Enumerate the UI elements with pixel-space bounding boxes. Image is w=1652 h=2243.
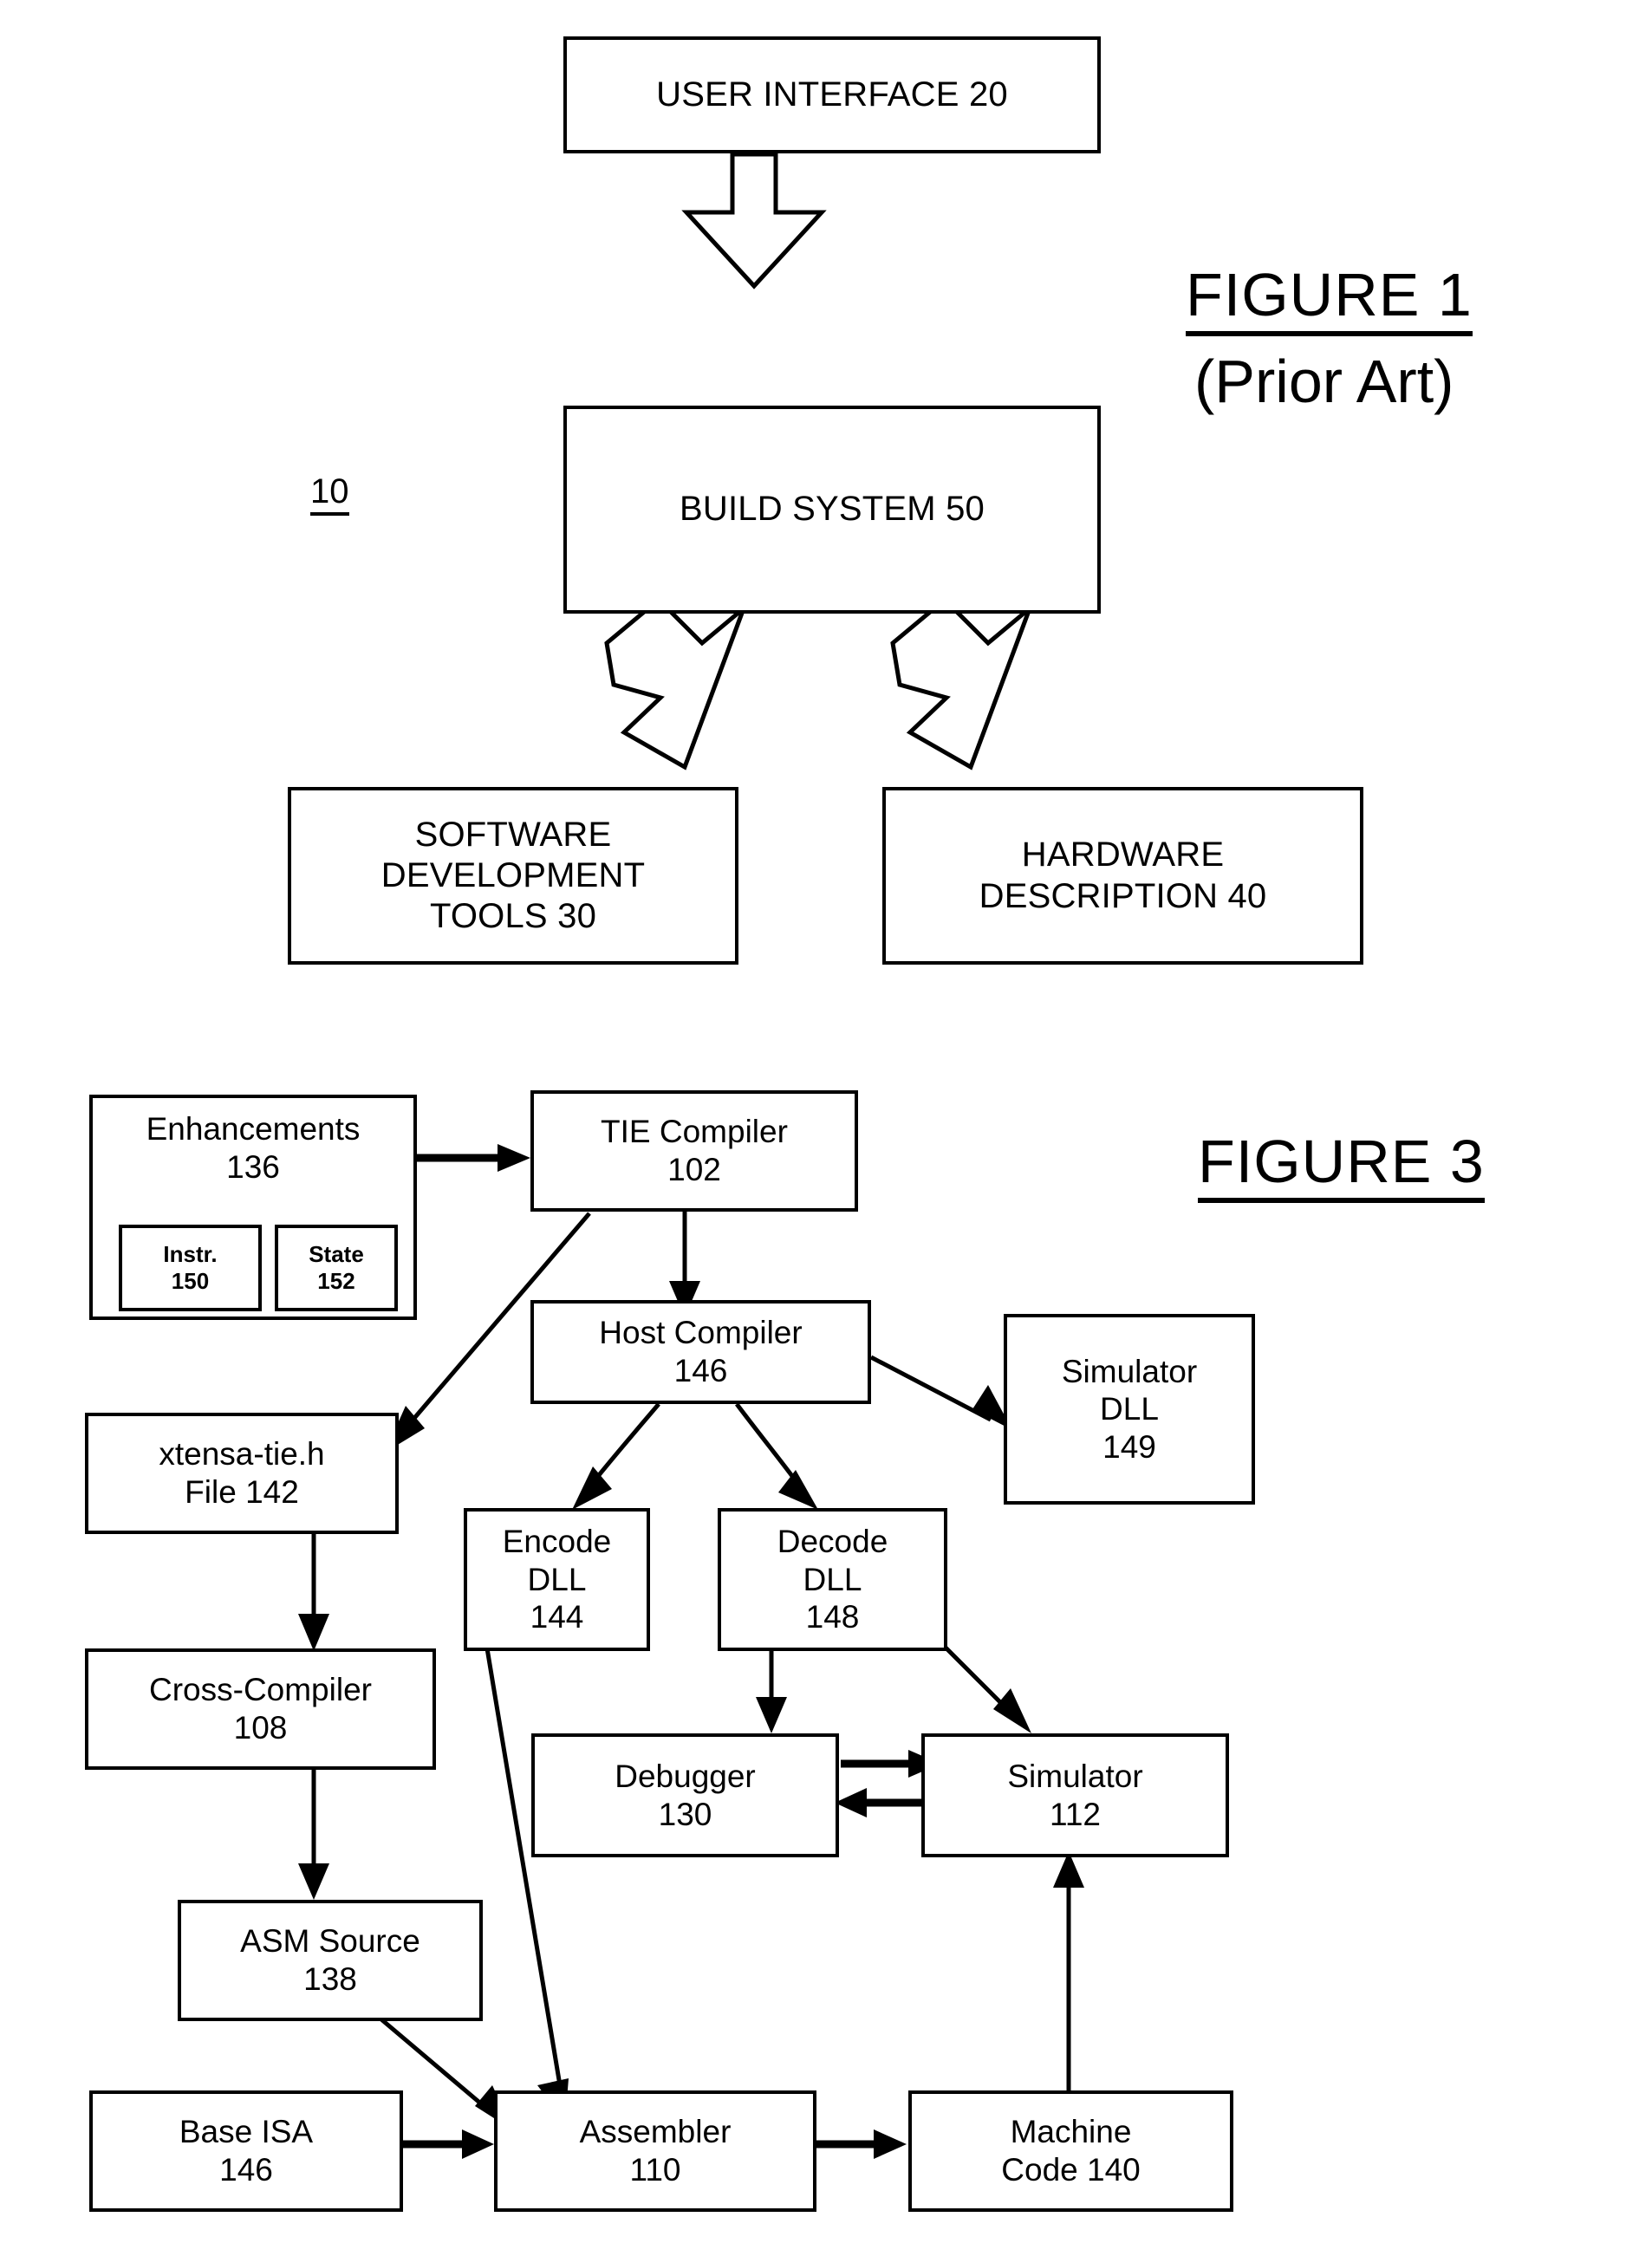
box-instr[interactable]: Instr. 150: [119, 1225, 262, 1311]
link-decode-to-simulator: [943, 1645, 1014, 1716]
box-encode-dll[interactable]: Encode DLL 144: [464, 1508, 650, 1651]
arrowhead-decode-to-simulator: [993, 1688, 1031, 1733]
block-arrow-ui-to-build: [681, 152, 827, 289]
box-tie-compiler-line1: TIE Compiler: [601, 1114, 788, 1150]
block-arrow-build-to-hardware-desc: [890, 596, 1035, 770]
box-decode-dll[interactable]: Decode DLL 148: [718, 1508, 947, 1651]
box-base-isa-line1: Base ISA: [179, 2114, 314, 2150]
box-machine-code-line1: Machine: [1010, 2114, 1132, 2150]
box-enhancements-line2: 136: [226, 1148, 280, 1185]
box-enhancements-line1: Enhancements: [146, 1111, 361, 1147]
box-hardware-description[interactable]: HARDWARE DESCRIPTION 40: [882, 787, 1363, 965]
arrowhead-xtensa-to-cross: [298, 1614, 329, 1651]
box-software-tools-line2: DEVELOPMENT: [380, 855, 646, 894]
arrowhead-decode-to-debugger: [756, 1697, 787, 1733]
box-simulator-line2: 112: [1050, 1796, 1101, 1832]
box-state-line1: State: [309, 1241, 364, 1268]
arrowhead-host-to-encode: [572, 1466, 612, 1510]
box-assembler-line1: Assembler: [579, 2114, 732, 2150]
figure-3-title: FIGURE 3: [1198, 1127, 1485, 1203]
link-host-to-simdll: [869, 1355, 992, 1422]
box-cross-compiler-line2: 108: [233, 1710, 288, 1746]
box-debugger[interactable]: Debugger 130: [531, 1733, 839, 1857]
box-xtensa-tie-header[interactable]: xtensa-tie.h File 142: [85, 1413, 399, 1534]
box-software-tools-line3: TOOLS 30: [429, 897, 597, 936]
box-user-interface-label: USER INTERFACE 20: [656, 75, 1008, 114]
box-simulator[interactable]: Simulator 112: [921, 1733, 1229, 1857]
box-software-tools-line1: SOFTWARE: [414, 815, 612, 854]
box-simulator-line1: Simulator: [1007, 1758, 1143, 1794]
arrowhead-baseisa-to-assembler: [462, 2129, 494, 2159]
arrowhead-cross-to-asm: [298, 1863, 329, 1900]
box-machine-code-line2: Code 140: [1001, 2152, 1141, 2188]
box-state-line2: 152: [317, 1268, 355, 1294]
callout-10: 10: [310, 472, 349, 516]
box-base-isa-line2: 146: [219, 2152, 273, 2188]
box-user-interface[interactable]: USER INTERFACE 20: [563, 36, 1101, 153]
box-cross-compiler-line1: Cross-Compiler: [149, 1672, 372, 1708]
link-encode-to-assembler: [485, 1648, 564, 2097]
arrowhead-host-to-decode: [778, 1470, 818, 1510]
box-host-compiler-line1: Host Compiler: [599, 1315, 803, 1351]
box-cross-compiler[interactable]: Cross-Compiler 108: [85, 1648, 436, 1770]
box-base-isa[interactable]: Base ISA 146: [89, 2090, 403, 2212]
box-hardware-desc-line1: HARDWARE: [1021, 835, 1225, 874]
box-asm-source[interactable]: ASM Source 138: [178, 1900, 483, 2021]
box-machine-code[interactable]: Machine Code 140: [908, 2090, 1233, 2212]
arrowhead-assembler-to-machinecode: [874, 2129, 907, 2159]
figure-1-subtitle: (Prior Art): [1194, 347, 1454, 416]
box-instr-line2: 150: [171, 1268, 210, 1294]
box-decode-dll-line2: DLL: [803, 1561, 862, 1597]
box-simulator-dll[interactable]: Simulator DLL 149: [1004, 1314, 1255, 1505]
box-state[interactable]: State 152: [275, 1225, 398, 1311]
box-simulator-dll-line3: 149: [1102, 1428, 1156, 1465]
box-decode-dll-line1: Decode: [777, 1524, 888, 1560]
box-assembler-line2: 110: [629, 2152, 681, 2188]
figure-3-title-label: FIGURE 3: [1198, 1127, 1485, 1203]
box-host-compiler[interactable]: Host Compiler 146: [530, 1300, 871, 1404]
callout-10-label: 10: [310, 472, 349, 516]
box-instr-line1: Instr.: [163, 1241, 218, 1268]
box-tie-compiler-line2: 102: [667, 1152, 721, 1187]
figure-1-title-label: FIGURE 1: [1186, 260, 1473, 336]
box-xtensa-tie-line2: File 142: [185, 1474, 299, 1510]
arrowhead-enhancements-to-tie: [498, 1144, 530, 1172]
figure-1-title: FIGURE 1: [1186, 260, 1473, 336]
box-build-system[interactable]: BUILD SYSTEM 50: [563, 406, 1101, 614]
box-xtensa-tie-line1: xtensa-tie.h: [159, 1436, 325, 1473]
box-encode-dll-line2: DLL: [527, 1561, 587, 1597]
box-hardware-desc-line2: DESCRIPTION 40: [979, 876, 1267, 915]
link-host-to-decode: [735, 1402, 807, 1494]
box-assembler[interactable]: Assembler 110: [494, 2090, 816, 2212]
box-software-development-tools[interactable]: SOFTWARE DEVELOPMENT TOOLS 30: [288, 787, 738, 965]
box-decode-dll-line3: 148: [805, 1599, 860, 1635]
box-asm-source-line2: 138: [303, 1961, 357, 1997]
box-debugger-line1: Debugger: [615, 1758, 756, 1794]
block-arrow-build-to-software-tools: [604, 596, 749, 770]
patent-drawing-sheet: USER INTERFACE 20 BUILD SYSTEM 50 SOFTWA…: [0, 0, 1652, 2243]
arrowhead-simulator-to-debugger: [835, 1788, 867, 1817]
link-host-to-encode: [583, 1402, 660, 1494]
box-host-compiler-line2: 146: [673, 1353, 728, 1388]
box-tie-compiler[interactable]: TIE Compiler 102: [530, 1090, 858, 1212]
box-build-system-label: BUILD SYSTEM 50: [679, 490, 985, 529]
figure-1-subtitle-label: (Prior Art): [1194, 348, 1454, 415]
box-debugger-line2: 130: [658, 1796, 712, 1832]
box-asm-source-line1: ASM Source: [240, 1923, 420, 1960]
box-simulator-dll-line1: Simulator: [1061, 1353, 1198, 1389]
box-simulator-dll-line2: DLL: [1100, 1391, 1159, 1427]
box-encode-dll-line1: Encode: [502, 1524, 612, 1560]
box-encode-dll-line3: 144: [530, 1599, 584, 1635]
